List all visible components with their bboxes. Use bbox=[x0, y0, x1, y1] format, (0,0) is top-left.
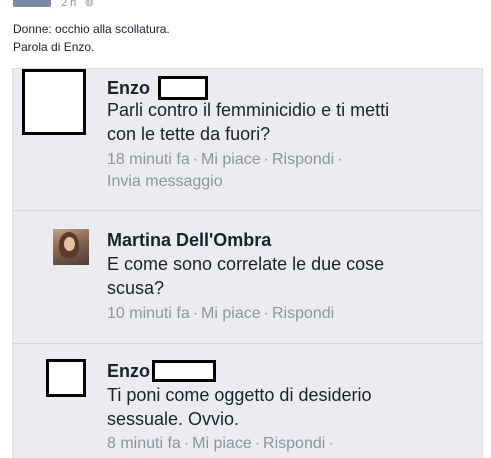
post-timestamp[interactable]: 2 h bbox=[61, 0, 76, 9]
poster-avatar[interactable] bbox=[13, 0, 51, 7]
comment-actions: 18 minuti fa · Mi piace · Rispondi · Invia me… bbox=[107, 149, 346, 193]
comment-author-name[interactable]: Martina Dell'Ombra bbox=[107, 230, 271, 250]
comment-actions: 8 minuti fa · Mi piace · Rispondi · bbox=[107, 433, 337, 455]
globe-icon: ◍ bbox=[85, 0, 94, 8]
comment-timestamp[interactable]: 18 minuti fa bbox=[107, 151, 190, 168]
comment-text-line: con le tette da fuori? bbox=[107, 124, 271, 144]
comment-text-line: E come sono correlate le due cose bbox=[107, 254, 385, 274]
separator-dot: · bbox=[263, 305, 269, 322]
comment-text: Parli contro il femminicidio e ti metti … bbox=[107, 98, 389, 146]
comment-timestamp[interactable]: 10 minuti fa bbox=[107, 305, 190, 322]
post-text: Donne: occhio alla scollatura. Parola di… bbox=[13, 20, 170, 56]
comment-text: E come sono correlate le due cose scusa? bbox=[107, 252, 384, 300]
comment-text: Ti poni come oggetto di desiderio sessua… bbox=[107, 383, 372, 431]
comment-text-line: Parli contro il femminicidio e ti metti bbox=[107, 100, 390, 120]
redaction-box bbox=[158, 76, 208, 100]
separator-dot: · bbox=[192, 151, 199, 168]
like-link[interactable]: Mi piace bbox=[201, 151, 261, 168]
comment-author-name[interactable]: Enzo bbox=[107, 78, 150, 98]
separator-dot: · bbox=[337, 151, 343, 168]
separator-dot: · bbox=[254, 435, 261, 452]
commenter-avatar[interactable] bbox=[46, 359, 86, 397]
comment-author-row: Martina Dell'Ombra bbox=[107, 230, 271, 250]
separator-dot: · bbox=[263, 151, 269, 168]
comment-timestamp[interactable]: 8 minuti fa bbox=[107, 435, 181, 452]
separator-dot: · bbox=[183, 435, 190, 452]
reply-link[interactable]: Rispondi bbox=[263, 435, 325, 452]
post-header: 2 h ◍ bbox=[0, 0, 491, 14]
commenter-avatar[interactable] bbox=[22, 69, 86, 135]
comment: Enzo Parli contro il femminicidio e ti m… bbox=[13, 69, 482, 210]
comment-author-name[interactable]: Enzo bbox=[107, 361, 150, 381]
separator-dot: · bbox=[192, 305, 199, 322]
comment-text-line: scusa? bbox=[107, 278, 165, 298]
like-link[interactable]: Mi piace bbox=[201, 305, 261, 322]
avatar-face bbox=[64, 237, 75, 251]
reply-link[interactable]: Rispondi bbox=[272, 305, 334, 322]
comment-author-row: Enzo bbox=[107, 360, 216, 382]
comment: Martina Dell'Ombra E come sono correlate… bbox=[13, 210, 482, 344]
send-message-link[interactable]: Invia messaggio bbox=[107, 173, 223, 190]
reply-link[interactable]: Rispondi bbox=[272, 151, 334, 168]
comment-thread: Enzo Parli contro il femminicidio e ti m… bbox=[12, 68, 483, 458]
redaction-box bbox=[152, 360, 216, 382]
comment-text-line: sessuale. Ovvio. bbox=[107, 409, 240, 429]
post-text-line: Parola di Enzo. bbox=[13, 40, 95, 54]
like-link[interactable]: Mi piace bbox=[192, 435, 252, 452]
commenter-avatar[interactable] bbox=[53, 229, 89, 265]
comment-author-row: Enzo bbox=[107, 76, 208, 100]
comment-text-line: Ti poni come oggetto di desiderio bbox=[107, 385, 372, 405]
comment-actions: 10 minuti fa · Mi piace · Rispondi bbox=[107, 303, 334, 325]
comment: Enzo Ti poni come oggetto di desiderio s… bbox=[13, 343, 482, 458]
post-text-line: Donne: occhio alla scollatura. bbox=[13, 22, 170, 36]
separator-dot: · bbox=[328, 435, 334, 452]
